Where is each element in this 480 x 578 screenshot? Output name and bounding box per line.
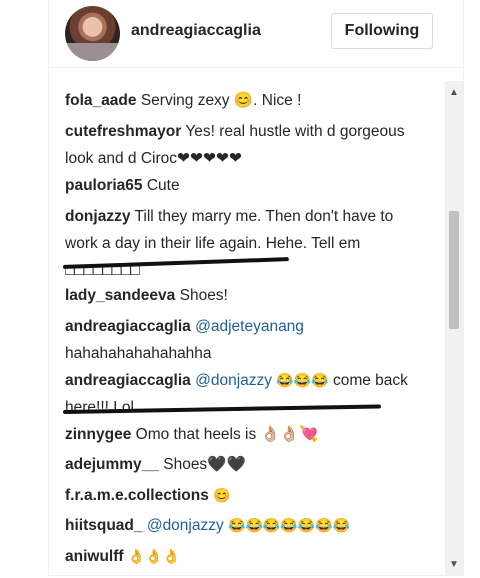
comment-username[interactable]: fola_aade xyxy=(65,92,137,109)
scroll-up-icon[interactable]: ▲ xyxy=(445,84,463,101)
comment-mention[interactable]: @donjazzy xyxy=(147,517,224,534)
comment-mention[interactable]: @adjeteyanang xyxy=(195,318,304,335)
comment-text: hahahahahahahahha xyxy=(65,345,212,362)
comment-item: aniwulff 👌👌👌 xyxy=(65,543,425,570)
comment-item: zinnygee Omo that heels is 👌🏼👌🏼💘 xyxy=(65,421,425,448)
comment-item: fola_aade Serving zexy 😊. Nice ! xyxy=(65,87,425,114)
following-button[interactable]: Following xyxy=(331,13,433,49)
profile-username[interactable]: andreagiaccaglia xyxy=(131,22,261,40)
comment-username[interactable]: andreagiaccaglia xyxy=(65,318,191,335)
comment-item: hiitsquad_ @donjazzy 😂😂😂😂😂😂😂 xyxy=(65,512,425,539)
laughing-emoji: 😂😂😂 xyxy=(276,372,329,388)
comment-username[interactable]: lady_sandeeva xyxy=(65,287,175,304)
comment-username[interactable]: donjazzy xyxy=(65,208,130,225)
scroll-down-icon[interactable]: ▼ xyxy=(445,556,463,573)
comment-item: andreagiaccaglia @adjeteyanang hahahahah… xyxy=(65,313,425,367)
comments-list: fola_aade Serving zexy 😊. Nice ! cutefre… xyxy=(49,81,443,576)
smile-emoji: 😊 xyxy=(213,487,231,503)
comment-item: pauloria65 Cute xyxy=(65,172,425,199)
comment-username[interactable]: andreagiaccaglia xyxy=(65,372,191,389)
avatar[interactable] xyxy=(65,6,120,61)
scroll-thumb[interactable] xyxy=(449,211,459,329)
comment-mention[interactable]: @donjazzy xyxy=(195,372,272,389)
scrollbar[interactable]: ▲ ▼ xyxy=(445,81,463,576)
comment-text: Shoes🖤🖤 xyxy=(163,456,246,473)
comment-item: lady_sandeeva Shoes! xyxy=(65,282,425,309)
comment-username[interactable]: cutefreshmayor xyxy=(65,123,181,140)
ok-hand-emoji: 👌👌👌 xyxy=(127,548,181,564)
comment-text: Serving zexy 😊. Nice ! xyxy=(140,92,302,109)
comment-username[interactable]: pauloria65 xyxy=(65,177,143,194)
comment-text: Omo that heels is 👌🏼👌🏼💘 xyxy=(135,426,319,443)
post-header: andreagiaccaglia Following xyxy=(49,0,463,68)
comment-item: adejummy__ Shoes🖤🖤 xyxy=(65,451,425,478)
comment-username[interactable]: aniwulff xyxy=(65,548,124,565)
comment-username[interactable]: zinnygee xyxy=(65,426,131,443)
comment-username[interactable]: hiitsquad_ xyxy=(65,517,143,534)
comment-item: f.r.a.m.e.collections 😊 xyxy=(65,482,425,509)
laughing-emoji: 😂😂😂😂😂😂😂 xyxy=(228,517,351,533)
comment-text: Cute xyxy=(146,177,180,194)
comment-username[interactable]: adejummy__ xyxy=(65,456,159,473)
comment-username[interactable]: f.r.a.m.e.collections xyxy=(65,487,209,504)
comment-item: donjazzy Till they marry me. Then don't … xyxy=(65,203,425,284)
comment-text: Shoes! xyxy=(179,287,228,304)
comment-item: cutefreshmayor Yes! real hustle with d g… xyxy=(65,118,425,172)
post-comments-panel: andreagiaccaglia Following fola_aade Ser… xyxy=(48,0,464,576)
